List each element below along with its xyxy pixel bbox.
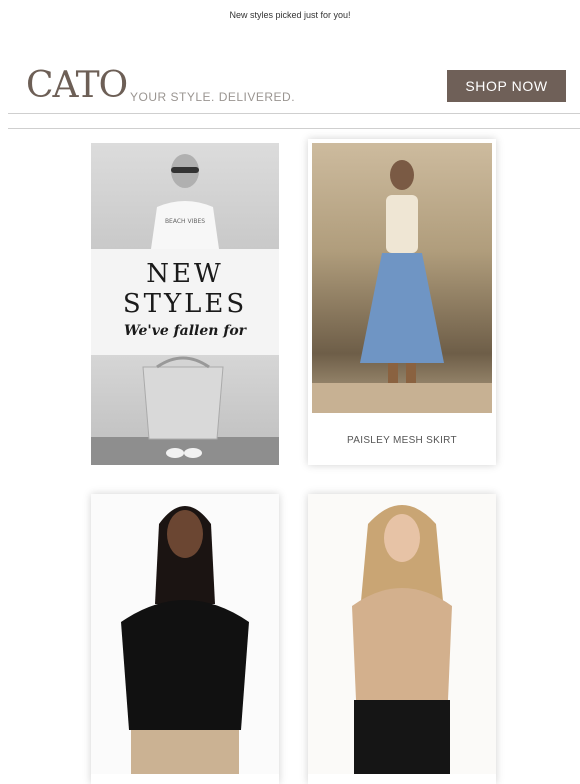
cato-logo[interactable]: CATO [26,66,128,106]
product-card-tan-top[interactable] [308,494,496,784]
hero-photo-bottom [91,355,279,465]
product-card-paisley-skirt[interactable]: PAISLEY MESH SKIRT [308,139,496,465]
hero-title-line2: STYLES [122,289,248,319]
divider-top [8,113,580,114]
divider-bottom [8,128,580,129]
hero-new-styles-tile[interactable]: BEACH VIBES NEW STYLES We've fallen for [91,143,279,465]
header: CATO YOUR STYLE. DELIVERED. SHOP NOW [26,66,566,106]
black-top-image [91,494,279,774]
product-card-black-top[interactable] [91,494,279,784]
beach-bag-image [91,356,279,465]
tagline: YOUR STYLE. DELIVERED. [130,90,296,104]
hero-text-panel: NEW STYLES We've fallen for [91,249,279,355]
preheader-text: New styles picked just for you! [229,10,351,20]
paisley-skirt-image [312,143,492,413]
hero-title-line1: NEW [146,259,224,289]
shop-now-button[interactable]: SHOP NOW [447,70,566,102]
hero-photo-top: BEACH VIBES [91,143,279,249]
woman-sunglasses-image: BEACH VIBES [151,154,219,249]
hero-script-text: We've fallen for [123,323,247,339]
product-label-paisley-skirt[interactable]: PAISLEY MESH SKIRT [308,435,496,446]
tan-top-image [308,494,496,774]
svg-text:BEACH VIBES: BEACH VIBES [165,218,205,225]
